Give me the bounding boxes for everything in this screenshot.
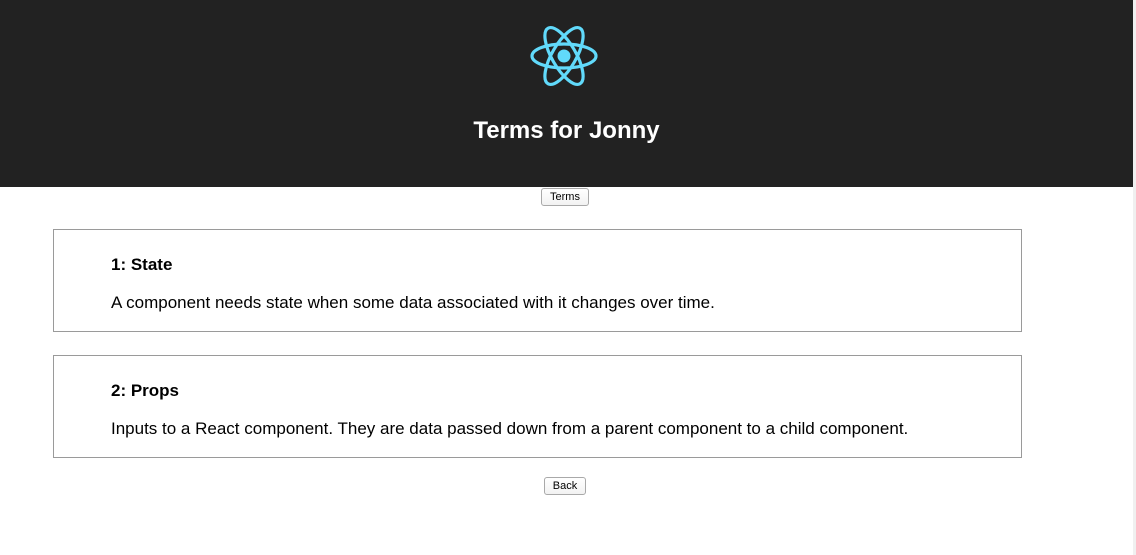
terms-button[interactable]: Terms: [541, 188, 589, 206]
back-button[interactable]: Back: [544, 477, 586, 495]
term-card: 1: State A component needs state when so…: [53, 229, 1022, 332]
react-logo-icon: [530, 26, 598, 86]
term-title: 2: Props: [111, 381, 180, 400]
term-title: 1: State: [111, 255, 173, 274]
term-card: 2: Props Inputs to a React component. Th…: [53, 355, 1022, 458]
page-title: Terms for Jonny: [473, 117, 660, 144]
app-header: Terms for Jonny: [0, 0, 1133, 187]
term-description: A component needs state when some data a…: [111, 293, 715, 312]
term-description: Inputs to a React component. They are da…: [111, 419, 909, 438]
